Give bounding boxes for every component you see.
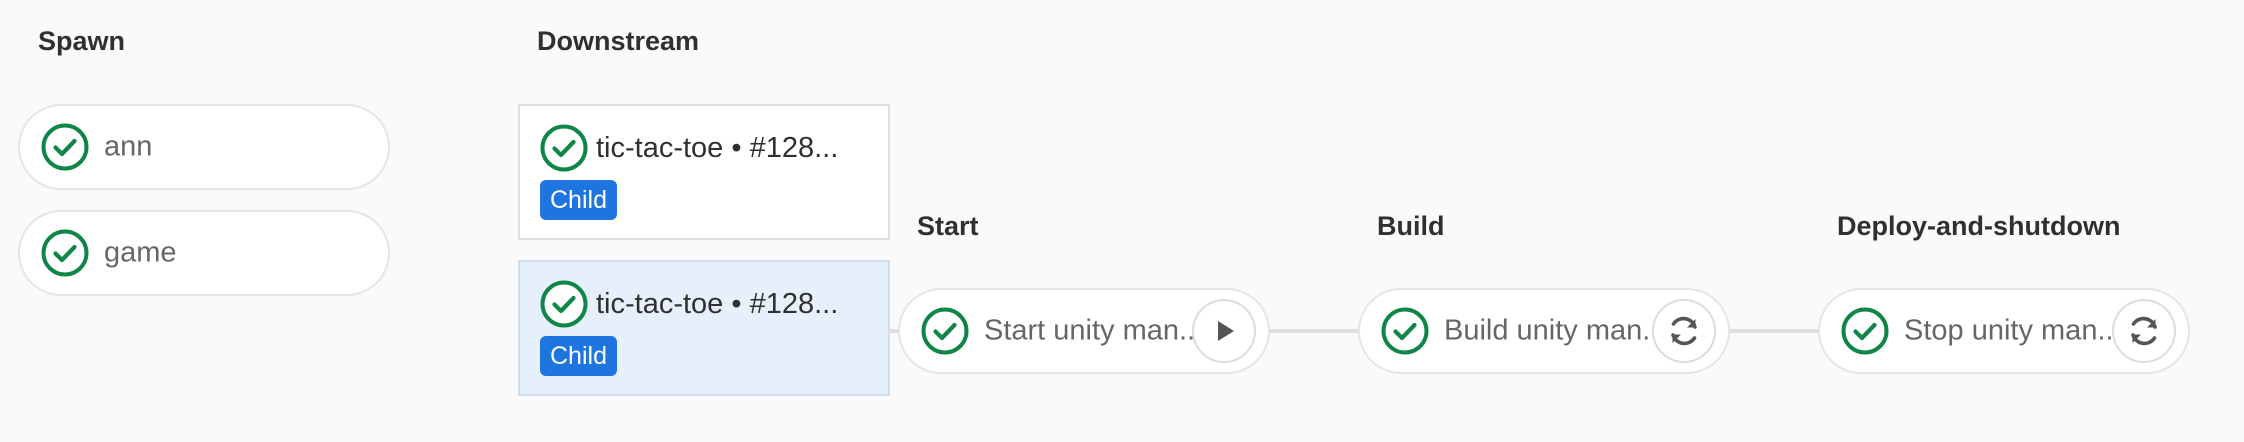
stage-title-build: Build — [1377, 211, 1445, 241]
status-success-icon — [41, 229, 89, 277]
job-stop-unity[interactable]: Stop unity man... — [1818, 288, 2190, 374]
child-badge: Child — [540, 180, 617, 220]
play-button[interactable] — [1192, 299, 1256, 363]
stage-connector — [1268, 329, 1358, 333]
downstream-pipeline-card-active[interactable]: tic-tac-toe • #128... Child — [518, 260, 890, 396]
job-label: Start unity man... — [984, 314, 1204, 347]
stage-title-start: Start — [917, 211, 979, 241]
downstream-pipeline-card[interactable]: tic-tac-toe • #128... Child — [518, 104, 890, 240]
job-game[interactable]: game — [18, 210, 390, 296]
status-success-icon — [540, 124, 588, 172]
downstream-pipeline-title[interactable]: tic-tac-toe • #128... — [596, 132, 838, 165]
retry-button[interactable] — [1652, 299, 1716, 363]
status-success-icon — [1381, 307, 1429, 355]
retry-button[interactable] — [2112, 299, 2176, 363]
job-label: Build unity man... — [1444, 314, 1667, 347]
job-label: Stop unity man... — [1904, 314, 2122, 347]
job-start-unity[interactable]: Start unity man... — [898, 288, 1270, 374]
status-success-icon — [540, 280, 588, 328]
downstream-pipeline-title[interactable]: tic-tac-toe • #128... — [596, 288, 838, 321]
job-build-unity[interactable]: Build unity man... — [1358, 288, 1730, 374]
stage-title-downstream: Downstream — [537, 26, 700, 56]
child-badge: Child — [540, 336, 617, 376]
stage-title-spawn: Spawn — [38, 26, 126, 56]
retry-icon — [1664, 311, 1704, 351]
retry-icon — [2124, 311, 2164, 351]
job-ann[interactable]: ann — [18, 104, 390, 190]
stage-title-deploy-and-shutdown: Deploy-and-shutdown — [1837, 211, 2121, 241]
status-success-icon — [921, 307, 969, 355]
play-icon — [1204, 311, 1244, 351]
status-success-icon — [1841, 307, 1889, 355]
job-label: game — [104, 236, 177, 269]
stage-connector — [1728, 329, 1818, 333]
status-success-icon — [41, 123, 89, 171]
job-label: ann — [104, 130, 153, 163]
